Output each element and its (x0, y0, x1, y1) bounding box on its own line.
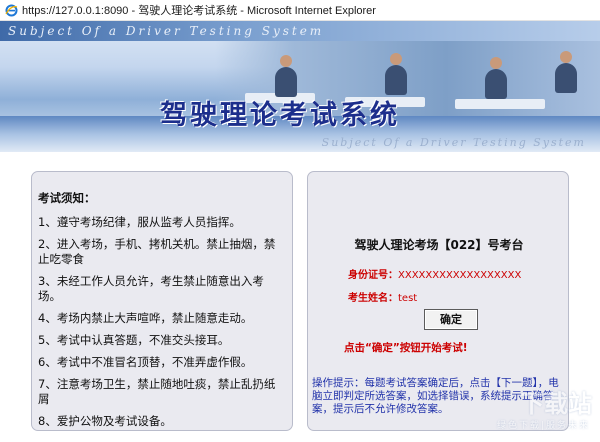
rule-item: 7、注意考场卫生，禁止随地吐痰，禁止乱扔纸屑 (38, 377, 276, 406)
rule-item: 2、进入考场，手机、拷机关机。禁止抽烟，禁止吃零食 (38, 237, 276, 266)
rules-list: 1、遵守考场纪律，服从监考人员指挥。 2、进入考场，手机、拷机关机。禁止抽烟，禁… (38, 215, 292, 429)
rule-item: 3、未经工作人员允许，考生禁止随意出入考场。 (38, 274, 264, 303)
id-number-label: 身份证号： (348, 270, 398, 281)
candidate-name-value: test (398, 293, 418, 304)
ie-icon (4, 3, 18, 17)
start-exam-tip: 点击“确定”按钮开始考试! (344, 342, 468, 354)
rule-item: 5、考试中认真答题，不准交头接耳。 (38, 333, 230, 347)
candidate-name-label: 考生姓名： (348, 293, 398, 304)
confirm-button[interactable]: 确定 (424, 309, 478, 330)
rule-item: 8、爱护公物及考试设备。 (38, 414, 172, 428)
window-titlebar: https://127.0.0.1:8090 - 驾驶人理论考试系统 - Mic… (0, 0, 600, 21)
watermark-logo: 下载站 (520, 390, 592, 418)
rule-item: 1、遵守考场纪律，服从监考人员指挥。 (38, 215, 241, 229)
rule-item: 6、考试中不准冒名顶替，不准弄虚作假。 (38, 355, 253, 369)
banner-title: 驾驶理论考试系统 (160, 100, 400, 131)
exam-room-title: 驾驶人理论考场【022】号考台 (354, 238, 524, 252)
banner-subtitle-bottom: Subject Of a Driver Testing System (321, 136, 586, 149)
header-banner: Subject Of a Driver Testing System 驾驶理论考… (0, 21, 600, 152)
watermark-text: 绿色下载|服务未来 (496, 421, 590, 431)
id-number-row: 身份证号：XXXXXXXXXXXXXXXXXX (348, 266, 521, 281)
site-watermark: 下载站 绿色下载|服务未来 (480, 384, 598, 440)
rule-item: 4、考场内禁止大声喧哗，禁止随意走动。 (38, 311, 253, 325)
candidate-name-row: 考生姓名：test (348, 289, 417, 304)
notice-heading: 考试须知： (38, 191, 96, 205)
banner-subtitle-top: Subject Of a Driver Testing System (8, 24, 325, 38)
id-number-value: XXXXXXXXXXXXXXXXXX (398, 270, 522, 281)
exam-notice-panel: 考试须知： 1、遵守考场纪律，服从监考人员指挥。 2、进入考场，手机、拷机关机。… (31, 171, 293, 431)
window-title: https://127.0.0.1:8090 - 驾驶人理论考试系统 - Mic… (22, 5, 376, 17)
